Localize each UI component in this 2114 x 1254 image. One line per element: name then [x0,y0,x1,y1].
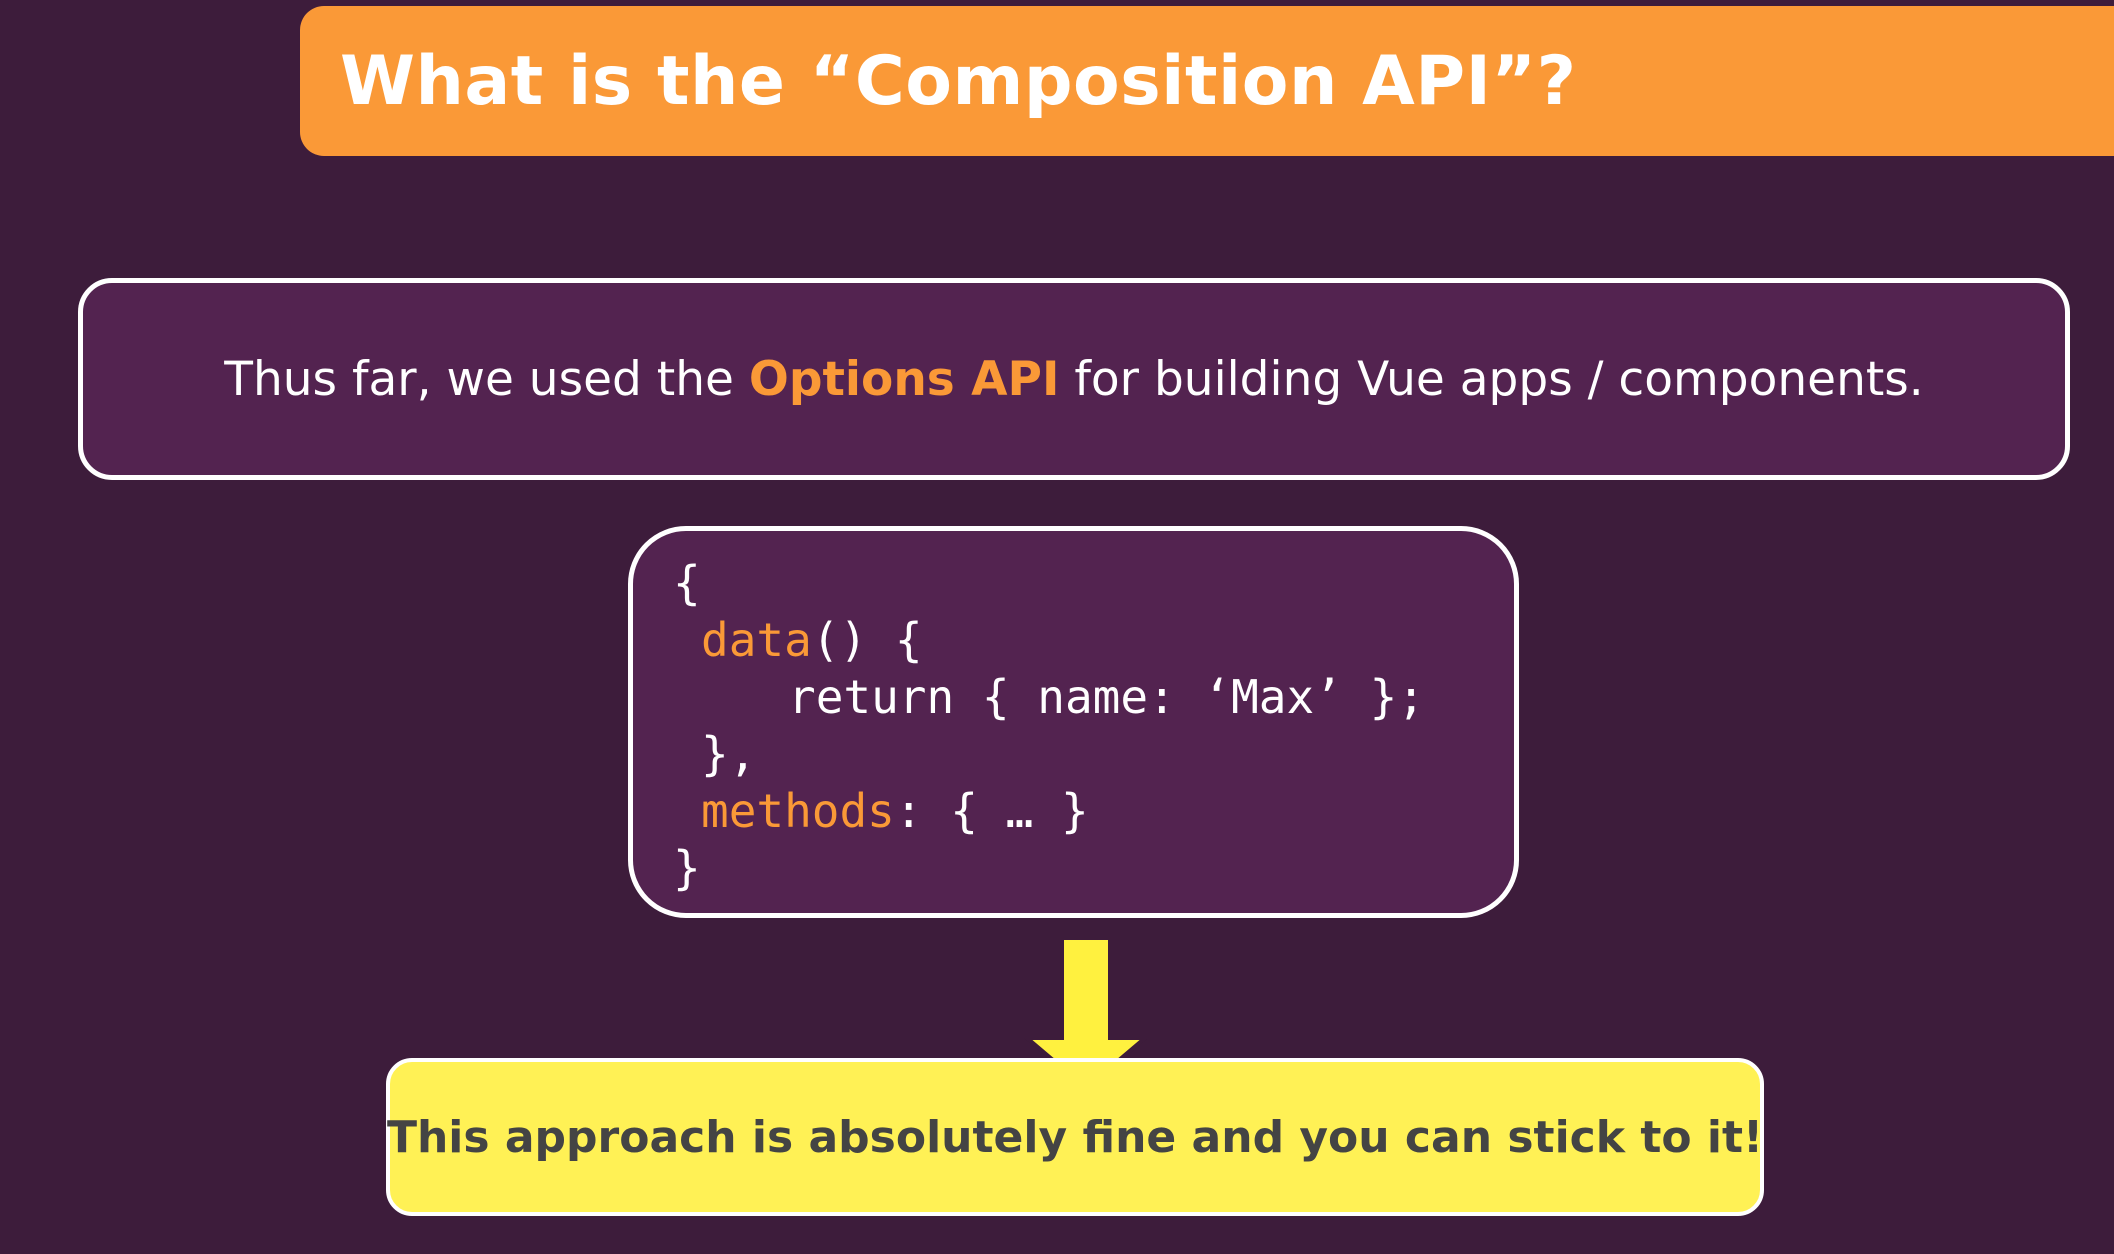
code-line-3: return { name: ‘Max’ }; [788,669,1425,726]
slide-title: What is the “Composition API”? [340,41,1577,121]
slide: What is the “Composition API”? Thus far,… [0,0,2114,1254]
intro-text-before: Thus far, we used the [224,351,749,407]
code-data-parens: () { [811,613,923,667]
intro-text: Thus far, we used the Options API for bu… [224,352,1923,407]
intro-box: Thus far, we used the Options API for bu… [78,278,2070,480]
code-keyword-data: data [701,613,812,667]
intro-text-after: for building Vue apps / components. [1059,351,1924,407]
code-methods-body: : { … } [894,784,1089,838]
code-close-brace: } [673,841,701,895]
title-banner: What is the “Composition API”? [300,6,2114,156]
code-close-data: }, [701,727,757,781]
code-line-4: }, [701,726,756,783]
code-line-6: } [673,840,701,897]
code-line-2: data() { [701,612,923,669]
conclusion-box: This approach is absolutely fine and you… [386,1058,1764,1216]
code-snippet-box: { data() { return { name: ‘Max’ }; }, me… [628,526,1519,918]
code-line-1: { [673,555,701,612]
code-return-statement: return { name: ‘Max’ }; [788,670,1425,724]
code-line-5: methods: { … } [701,783,1089,840]
conclusion-text: This approach is absolutely fine and you… [386,1111,1764,1163]
code-open-brace: { [673,556,701,610]
code-keyword-methods: methods [701,784,895,838]
intro-highlight-options-api: Options API [748,351,1060,407]
